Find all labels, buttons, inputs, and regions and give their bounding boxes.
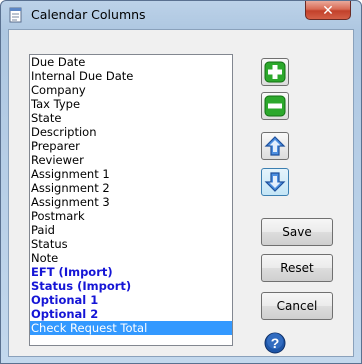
save-button[interactable]: Save	[261, 218, 333, 246]
close-icon: ✕	[322, 2, 334, 18]
minus-icon	[264, 95, 286, 117]
list-item[interactable]: Postmark	[30, 209, 232, 223]
list-item[interactable]: Internal Due Date	[30, 69, 232, 83]
list-item[interactable]: Company	[30, 83, 232, 97]
reset-button[interactable]: Reset	[261, 254, 333, 282]
arrow-up-icon	[264, 136, 286, 156]
close-button[interactable]: ✕	[305, 1, 351, 20]
list-item[interactable]: Assignment 3	[30, 195, 232, 209]
add-column-button[interactable]	[261, 58, 289, 86]
list-item[interactable]: State	[30, 111, 232, 125]
list-item[interactable]: Status	[30, 237, 232, 251]
list-item[interactable]: Optional 2	[30, 307, 232, 321]
list-item[interactable]: Reviewer	[30, 153, 232, 167]
list-item[interactable]: Assignment 2	[30, 181, 232, 195]
calendar-columns-dialog: Calendar Columns ✕ Due Date Internal Due …	[0, 0, 362, 364]
list-item[interactable]: Note	[30, 251, 232, 265]
plus-icon	[264, 61, 286, 83]
list-item[interactable]: Status (Import)	[30, 279, 232, 293]
title-bar[interactable]: Calendar Columns ✕	[1, 1, 361, 29]
list-item[interactable]: Paid	[30, 223, 232, 237]
cancel-button[interactable]: Cancel	[261, 292, 333, 320]
move-down-button[interactable]	[261, 168, 289, 196]
list-item[interactable]: Optional 1	[30, 293, 232, 307]
dialog-body: Due Date Internal Due Date Company Tax Type…	[8, 29, 354, 357]
columns-listbox[interactable]: Due Date Internal Due Date Company Tax Type…	[29, 54, 233, 346]
app-icon	[9, 7, 22, 23]
remove-column-button[interactable]	[261, 92, 289, 120]
list-item[interactable]: Due Date	[30, 55, 232, 69]
list-item[interactable]: Assignment 1	[30, 167, 232, 181]
svg-text:?: ?	[271, 335, 280, 351]
window-title: Calendar Columns	[31, 7, 146, 22]
list-item[interactable]: Tax Type	[30, 97, 232, 111]
list-item[interactable]: Preparer	[30, 139, 232, 153]
list-item[interactable]: Description	[30, 125, 232, 139]
move-up-button[interactable]	[261, 132, 289, 160]
arrow-down-icon	[264, 172, 286, 192]
list-item[interactable]: Check Request Total	[30, 321, 232, 335]
help-icon[interactable]: ?	[264, 332, 286, 354]
list-item[interactable]: EFT (Import)	[30, 265, 232, 279]
